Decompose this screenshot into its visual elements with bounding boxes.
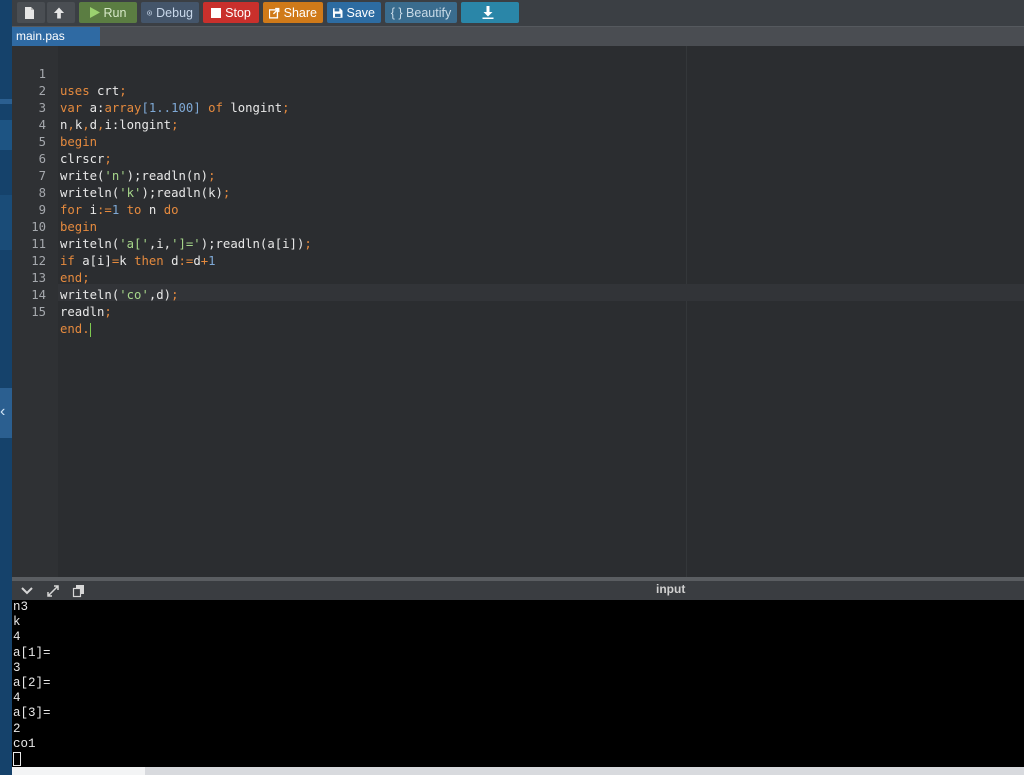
punct: .: [82, 322, 90, 336]
console-title: input: [656, 582, 686, 596]
tab-bar-filler: [100, 27, 1024, 46]
upload-button[interactable]: [47, 2, 75, 23]
code-line: 4 begin: [12, 100, 1024, 149]
code-line: 8 for i:=1 to n do: [12, 168, 1024, 217]
code-line: 15 end.: [12, 287, 1024, 337]
punct: ;: [104, 305, 112, 319]
code-text: readln;: [60, 304, 112, 321]
code-line: 7 writeln('k');readln(k);: [12, 151, 1024, 200]
new-file-button[interactable]: [17, 2, 45, 23]
run-label: Run: [103, 5, 127, 20]
stop-icon: [211, 7, 222, 18]
copy-icon[interactable]: [72, 584, 86, 598]
play-icon: [89, 7, 100, 18]
code-line: 14 readln;: [12, 270, 1024, 319]
scrollbar-thumb[interactable]: [12, 767, 145, 775]
console-output[interactable]: n3 k 4 a[1]= 3 a[2]= 4 a[3]= 2 co1: [12, 600, 1024, 767]
tab-bar: main.pas: [12, 27, 1024, 46]
code-line: 6 write('n');readln(n);: [12, 134, 1024, 183]
bottom-scrollbar[interactable]: [12, 767, 1024, 775]
code-line: 11 if a[i]=k then d:=d+1: [12, 219, 1024, 268]
identifier: readln: [60, 305, 105, 319]
floppy-icon: [333, 7, 343, 18]
console-line: a[1]=: [13, 645, 51, 660]
line-number: 15: [31, 305, 46, 319]
console-line: 2: [13, 721, 21, 736]
share-label: Share: [283, 5, 317, 20]
console-line: n3: [13, 600, 29, 614]
code-lines: 1 uses crt; 2 var a:array[1..100] of lon…: [12, 49, 1024, 337]
console-line: 4: [13, 691, 21, 706]
console-line: 4: [13, 630, 21, 645]
beautify-label: { } Beautify: [390, 5, 452, 20]
expand-icon[interactable]: [46, 584, 60, 598]
keyword: end: [60, 322, 83, 336]
toolbar: Run Debug Stop Share Save { } Beautify: [12, 0, 1024, 27]
code-line: 12 end;: [12, 236, 1024, 285]
debug-icon: [147, 10, 153, 15]
code-line: 3 n,k,d,i:longint;: [12, 83, 1024, 132]
share-icon: [269, 7, 280, 19]
debug-button[interactable]: Debug: [141, 2, 199, 23]
stop-label: Stop: [225, 5, 251, 20]
run-button[interactable]: Run: [79, 2, 137, 23]
code-line: 2 var a:array[1..100] of longint;: [12, 66, 1024, 115]
stop-button[interactable]: Stop: [203, 2, 259, 23]
code-line: 5 clrscr;: [12, 117, 1024, 166]
tab-main-pas[interactable]: main.pas: [12, 27, 100, 46]
text-cursor: [89, 322, 91, 337]
code-line: 10 writeln('a[',i,']=');readln(a[i]);: [12, 202, 1024, 251]
upload-icon: [53, 6, 65, 19]
sidebar-expand-icon[interactable]: ‹: [0, 402, 5, 422]
share-button[interactable]: Share: [263, 2, 323, 23]
code-line: 9 begin: [12, 185, 1024, 234]
console-line: co1: [13, 736, 36, 751]
save-label: Save: [346, 5, 376, 20]
sidebar-band: [0, 120, 12, 150]
console-header: input: [12, 581, 1024, 600]
console-line: a[2]=: [13, 675, 51, 690]
code-line: 13 writeln('co',d);: [12, 253, 1024, 302]
left-sidebar-strip: ‹: [0, 0, 12, 775]
terminal-cursor: [13, 751, 21, 766]
file-icon: [24, 6, 34, 19]
download-button[interactable]: [461, 2, 519, 23]
code-text: end.: [60, 321, 91, 338]
download-icon: [482, 6, 494, 19]
console-line: k: [13, 615, 21, 630]
console-input-line[interactable]: [12, 751, 1024, 767]
console-line: 3: [13, 660, 21, 675]
chevron-down-icon[interactable]: [20, 584, 34, 598]
save-button[interactable]: Save: [327, 2, 381, 23]
beautify-button[interactable]: { } Beautify: [385, 2, 457, 23]
code-editor[interactable]: 1 uses crt; 2 var a:array[1..100] of lon…: [12, 46, 1024, 577]
code-line: 1 uses crt;: [12, 49, 1024, 98]
sidebar-band: [0, 195, 12, 250]
console-line: a[3]=: [13, 706, 51, 721]
debug-label: Debug: [156, 5, 193, 20]
sidebar-band: [0, 99, 12, 104]
